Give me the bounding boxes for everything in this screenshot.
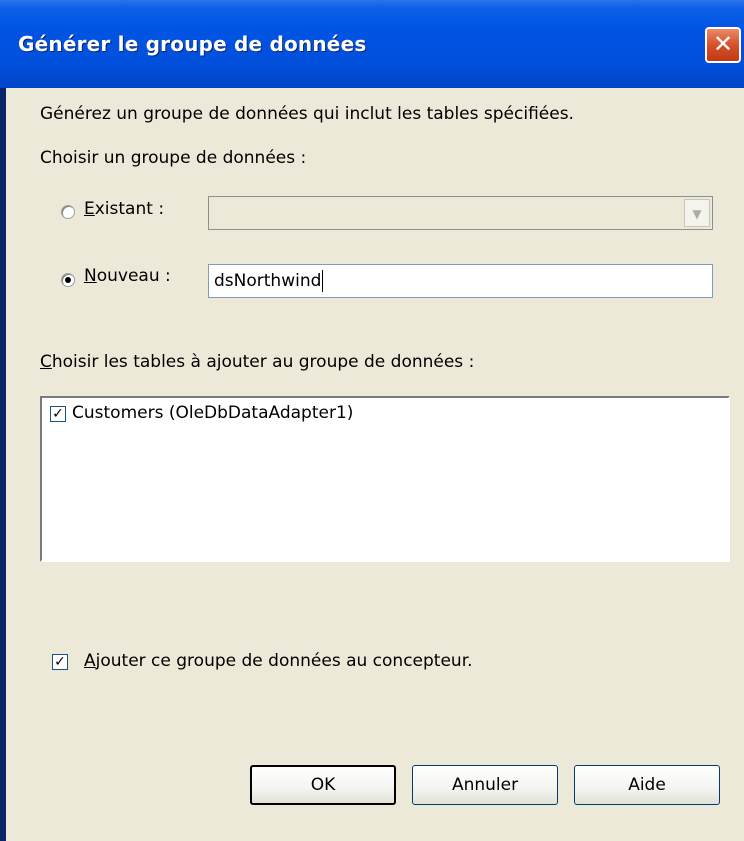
list-item[interactable]: ✓ Customers (OleDbDataAdapter1) [48,402,708,426]
checkmark-icon: ✓ [52,406,64,422]
existing-dataset-combo[interactable]: ▼ [208,196,713,230]
checkmark-icon: ✓ [54,654,66,670]
new-radio[interactable] [61,273,75,287]
help-button[interactable]: Aide [574,765,720,805]
table-checkbox[interactable]: ✓ [50,406,66,422]
new-dataset-name-value: dsNorthwind [214,271,322,291]
new-label[interactable]: Nouveau : [84,266,171,286]
tables-listbox[interactable]: ✓ Customers (OleDbDataAdapter1) [40,396,730,562]
dialog-title: Générer le groupe de données [18,32,367,56]
close-button[interactable]: ✕ [705,27,741,63]
title-bar[interactable]: Générer le groupe de données ✕ [0,0,744,88]
cancel-button[interactable]: Annuler [412,765,558,805]
add-to-designer-label[interactable]: Ajouter ce groupe de données au concepte… [84,651,473,671]
dialog-window: Générer le groupe de données ✕ Générez u… [0,0,744,841]
dialog-body: Générez un groupe de données qui inclut … [6,88,744,841]
choose-dataset-label: Choisir un groupe de données : [40,148,307,168]
text-caret [322,270,324,292]
radio-selected-dot [65,277,71,283]
chevron-down-icon[interactable]: ▼ [684,199,710,227]
table-item-label: Customers (OleDbDataAdapter1) [72,403,354,423]
add-to-designer-checkbox[interactable]: ✓ [52,654,68,670]
existing-label[interactable]: Existant : [84,199,164,219]
tables-label: Choisir les tables à ajouter au groupe d… [40,352,475,372]
existing-radio[interactable] [61,205,75,219]
intro-text: Générez un groupe de données qui inclut … [40,104,574,124]
ok-button[interactable]: OK [250,765,396,805]
new-dataset-name-input[interactable]: dsNorthwind [208,264,713,298]
close-icon: ✕ [712,30,734,58]
